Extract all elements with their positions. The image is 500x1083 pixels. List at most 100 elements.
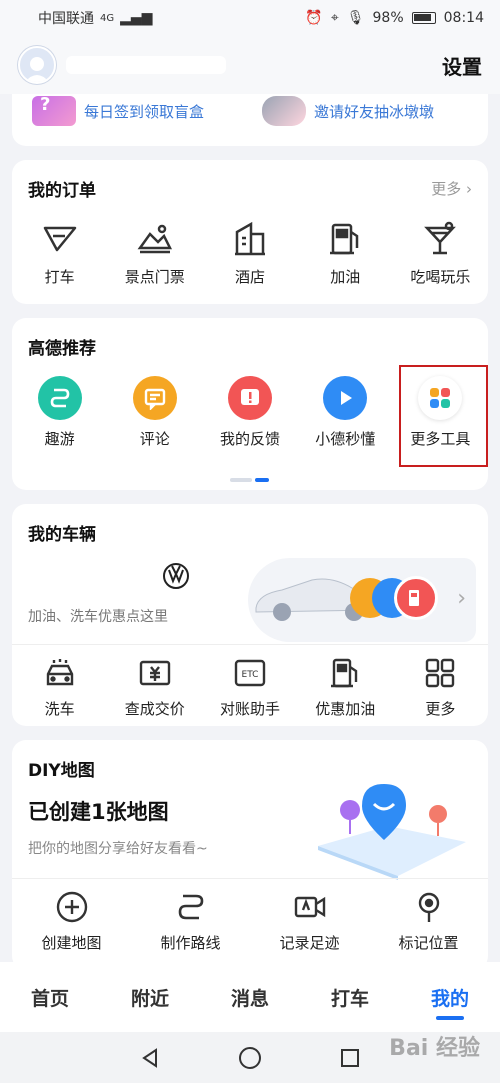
- diy-item-label: 创建地图: [41, 934, 102, 952]
- network-label: 4G: [100, 12, 115, 24]
- diy-item-label: 记录足迹: [279, 934, 340, 952]
- home-icon[interactable]: [238, 1046, 262, 1070]
- username-blurred: [66, 56, 226, 74]
- recommend-item-quyou[interactable]: 趣游: [12, 376, 107, 449]
- recommend-item-label: 趣游: [44, 430, 75, 448]
- mic-icon: 🎙︎: [346, 10, 365, 26]
- car-banner: ›: [248, 558, 476, 642]
- scenic-ticket-icon: [137, 224, 172, 254]
- order-item-label: 吃喝玩乐: [410, 268, 471, 286]
- order-item-scenic[interactable]: 景点门票: [107, 220, 202, 287]
- orders-card: 我的订单 更多 › 打车 景点门票 酒店 加油 吃喝玩乐: [12, 160, 488, 304]
- fuel-badge-icon: [394, 576, 438, 620]
- orders-more-link[interactable]: 更多 ›: [431, 178, 472, 199]
- settings-button[interactable]: 设置: [442, 51, 482, 80]
- active-tab-indicator: [436, 1016, 464, 1020]
- diy-item-record[interactable]: 记录足迹: [250, 890, 369, 953]
- tab-nearby[interactable]: 附近: [100, 962, 200, 1032]
- vehicle-item-label: 洗车: [44, 700, 75, 718]
- tab-mine[interactable]: 我的: [400, 962, 500, 1032]
- watermark-label: Bai 经验: [389, 1036, 480, 1061]
- diy-item-mark[interactable]: 标记位置: [369, 890, 488, 953]
- recommend-title: 高德推荐: [28, 339, 96, 359]
- recommend-item-label: 小德秒懂: [315, 430, 376, 448]
- recommend-item-comment[interactable]: 评论: [107, 376, 202, 449]
- taxi-icon: [43, 226, 76, 252]
- order-item-entertainment[interactable]: 吃喝玩乐: [393, 220, 488, 287]
- vehicle-item-label: 查成交价: [124, 700, 185, 718]
- grid-icon: [426, 658, 455, 688]
- daily-checkin[interactable]: ? 每日签到领取盲盒: [32, 94, 205, 126]
- invite-friends-label: 邀请好友抽冰墩墩: [314, 102, 435, 121]
- order-item-label: 打车: [44, 268, 75, 286]
- route-icon: [178, 894, 203, 920]
- vehicle-item-wash[interactable]: 洗车: [12, 656, 107, 719]
- diy-item-label: 标记位置: [398, 934, 459, 952]
- vw-logo-icon: [163, 563, 189, 589]
- clock: 08:14: [443, 10, 484, 26]
- battery-percent: 98%: [372, 10, 404, 26]
- status-bar: 中国联通 4G ▂▄▆ ⏰ ⌖ 🎙︎ 98% 08:14: [0, 0, 500, 36]
- recommend-item-label: 评论: [139, 430, 170, 448]
- alarm-icon: ⏰: [305, 10, 323, 26]
- vehicle-item-more[interactable]: 更多: [393, 656, 488, 719]
- diy-title: DIY地图: [28, 761, 95, 781]
- invite-friends[interactable]: 邀请好友抽冰墩墩: [262, 96, 434, 126]
- diy-headline[interactable]: 已创建1张地图: [28, 796, 169, 826]
- recommend-item-xiaode[interactable]: 小德秒懂: [298, 376, 393, 449]
- car-wash-icon: [46, 659, 73, 686]
- battery-icon: [411, 12, 436, 24]
- promo-banner: ? 每日签到领取盲盒 邀请好友抽冰墩墩: [12, 94, 488, 146]
- comment-icon: [132, 376, 177, 420]
- vehicle-card: 我的车辆 加油、洗车优惠点这里 › 洗车 查成交价 ETC 对账助手 优惠加油 …: [12, 504, 488, 726]
- gift-box-icon: ?: [32, 94, 76, 126]
- recommend-item-feedback[interactable]: 我的反馈: [202, 376, 297, 449]
- order-item-hotel[interactable]: 酒店: [202, 220, 297, 287]
- vehicle-item-price[interactable]: 查成交价: [107, 656, 202, 719]
- vehicle-item-label: 更多: [425, 700, 456, 718]
- order-item-taxi[interactable]: 打车: [12, 220, 107, 287]
- hotel-icon: [235, 221, 265, 256]
- mascot-icon: [262, 96, 306, 126]
- highlight-box: [399, 365, 488, 467]
- carrier-label: 中国联通: [38, 11, 94, 27]
- back-icon[interactable]: [139, 1047, 161, 1069]
- chevron-right-icon: ›: [466, 180, 472, 198]
- order-item-label: 景点门票: [124, 268, 185, 286]
- diy-subtitle: 把你的地图分享给好友看看~: [28, 841, 208, 857]
- recommend-item-label: 我的反馈: [220, 430, 281, 448]
- order-item-fuel[interactable]: 加油: [298, 220, 393, 287]
- map-illustration-icon: [318, 784, 466, 880]
- route-icon: [37, 376, 82, 420]
- tab-home[interactable]: 首页: [0, 962, 100, 1032]
- etc-icon: ETC: [234, 659, 266, 687]
- vehicle-item-label: 对账助手: [220, 700, 281, 718]
- orders-more-label: 更多: [431, 180, 462, 198]
- play-icon: [323, 376, 368, 420]
- order-item-label: 加油: [330, 268, 361, 286]
- location-icon: ⌖: [330, 10, 339, 26]
- bottom-tab-bar: 首页 附近 消息 打车 我的: [0, 962, 500, 1032]
- avatar[interactable]: [18, 46, 56, 84]
- recents-icon[interactable]: [339, 1047, 361, 1069]
- feedback-icon: [228, 376, 272, 420]
- diy-item-route[interactable]: 制作路线: [131, 890, 250, 953]
- signal-icon: ▂▄▆: [120, 10, 153, 26]
- vehicle-hint: 加油、洗车优惠点这里: [28, 609, 168, 625]
- vehicle-title: 我的车辆: [28, 525, 96, 545]
- vehicle-promo[interactable]: 加油、洗车优惠点这里 ›: [12, 556, 488, 644]
- order-item-label: 酒店: [235, 268, 266, 286]
- vehicle-item-label: 优惠加油: [315, 700, 376, 718]
- tab-taxi[interactable]: 打车: [300, 962, 400, 1032]
- vehicle-item-fuel-discount[interactable]: 优惠加油: [298, 656, 393, 719]
- page-indicator: [230, 478, 269, 482]
- vehicle-item-etc[interactable]: ETC 对账助手: [202, 656, 297, 719]
- pin-icon: [418, 892, 439, 922]
- plus-circle-icon: [56, 891, 87, 923]
- tab-messages[interactable]: 消息: [200, 962, 300, 1032]
- profile-header: 设置: [0, 36, 500, 94]
- daily-checkin-label: 每日签到领取盲盒: [84, 102, 205, 121]
- svg-text:ETC: ETC: [242, 670, 259, 680]
- diy-item-create[interactable]: 创建地图: [12, 890, 131, 953]
- diy-card: DIY地图 已创建1张地图 把你的地图分享给好友看看~ 创建地图 制作路线 记录…: [12, 740, 488, 970]
